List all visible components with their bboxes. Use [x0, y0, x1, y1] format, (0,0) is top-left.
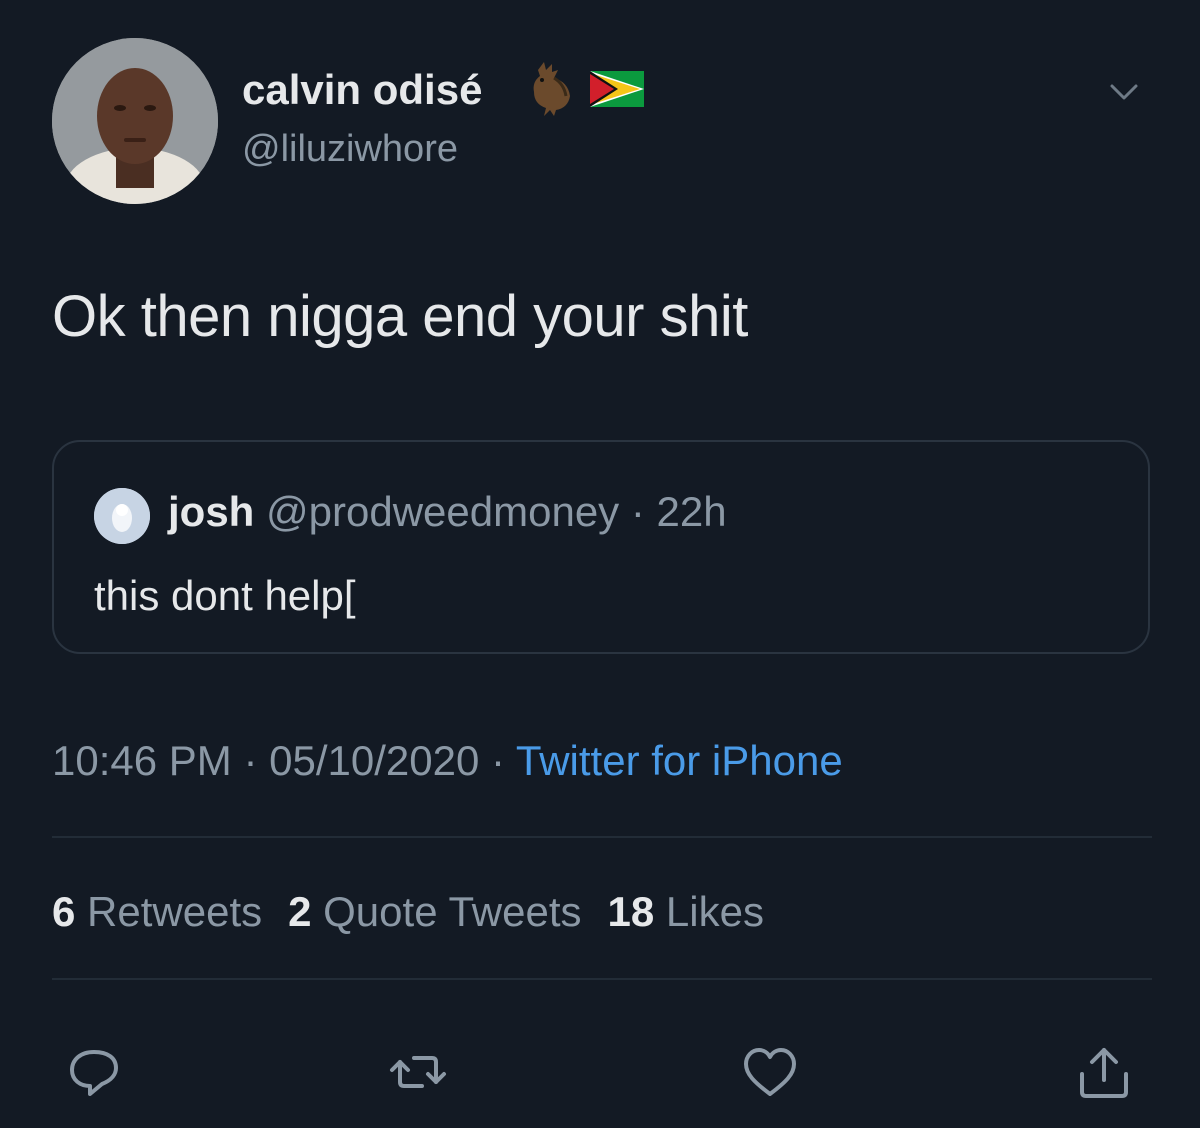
- quoted-tweet-text: this dont help[: [94, 572, 356, 619]
- heart-icon[interactable]: [740, 1042, 800, 1102]
- author-display-name[interactable]: calvin odisé: [242, 66, 482, 114]
- likes-count: 18: [607, 888, 655, 935]
- author-handle[interactable]: @liluziwhore: [242, 128, 458, 171]
- retweet-icon[interactable]: [388, 1042, 448, 1102]
- likes-label: Likes: [665, 888, 764, 935]
- tweet-stats: 6 Retweets 2 Quote Tweets 18 Likes: [52, 888, 764, 936]
- author-avatar[interactable]: [52, 38, 218, 204]
- quote-tweets-label: Quote Tweets: [323, 888, 582, 935]
- timestamp-time-date: 10:46 PM · 05/10/2020 ·: [52, 737, 516, 784]
- quote-tweets-count: 2: [288, 888, 312, 935]
- action-bar: [0, 1042, 1200, 1102]
- share-icon[interactable]: [1074, 1042, 1134, 1102]
- reply-icon[interactable]: [64, 1042, 124, 1102]
- tweet-timestamp: 10:46 PM · 05/10/2020 · Twitter for iPho…: [52, 737, 843, 785]
- retweets-count: 6: [52, 888, 76, 935]
- likes-stat[interactable]: 18 Likes: [608, 888, 764, 935]
- quoted-tweet-header: josh @prodweedmoney · 22h: [168, 488, 727, 536]
- divider: [52, 978, 1152, 980]
- quoted-author-name: josh: [168, 488, 255, 535]
- quote-tweets-stat[interactable]: 2 Quote Tweets: [288, 888, 581, 935]
- retweets-label: Retweets: [87, 888, 263, 935]
- rooster-icon: [533, 62, 570, 116]
- chevron-down-icon[interactable]: [1104, 72, 1144, 112]
- source-link[interactable]: Twitter for iPhone: [516, 737, 843, 784]
- retweets-stat[interactable]: 6 Retweets: [52, 888, 262, 935]
- quoted-tweet-meta: @prodweedmoney · 22h: [266, 488, 727, 535]
- quoted-tweet-card[interactable]: josh @prodweedmoney · 22h this dont help…: [52, 440, 1150, 654]
- name-badges: [524, 60, 644, 118]
- divider: [52, 836, 1152, 838]
- quoted-author-avatar: [94, 488, 150, 544]
- guyana-flag-icon: [590, 71, 644, 107]
- tweet-text: Ok then nigga end your shit: [52, 284, 748, 349]
